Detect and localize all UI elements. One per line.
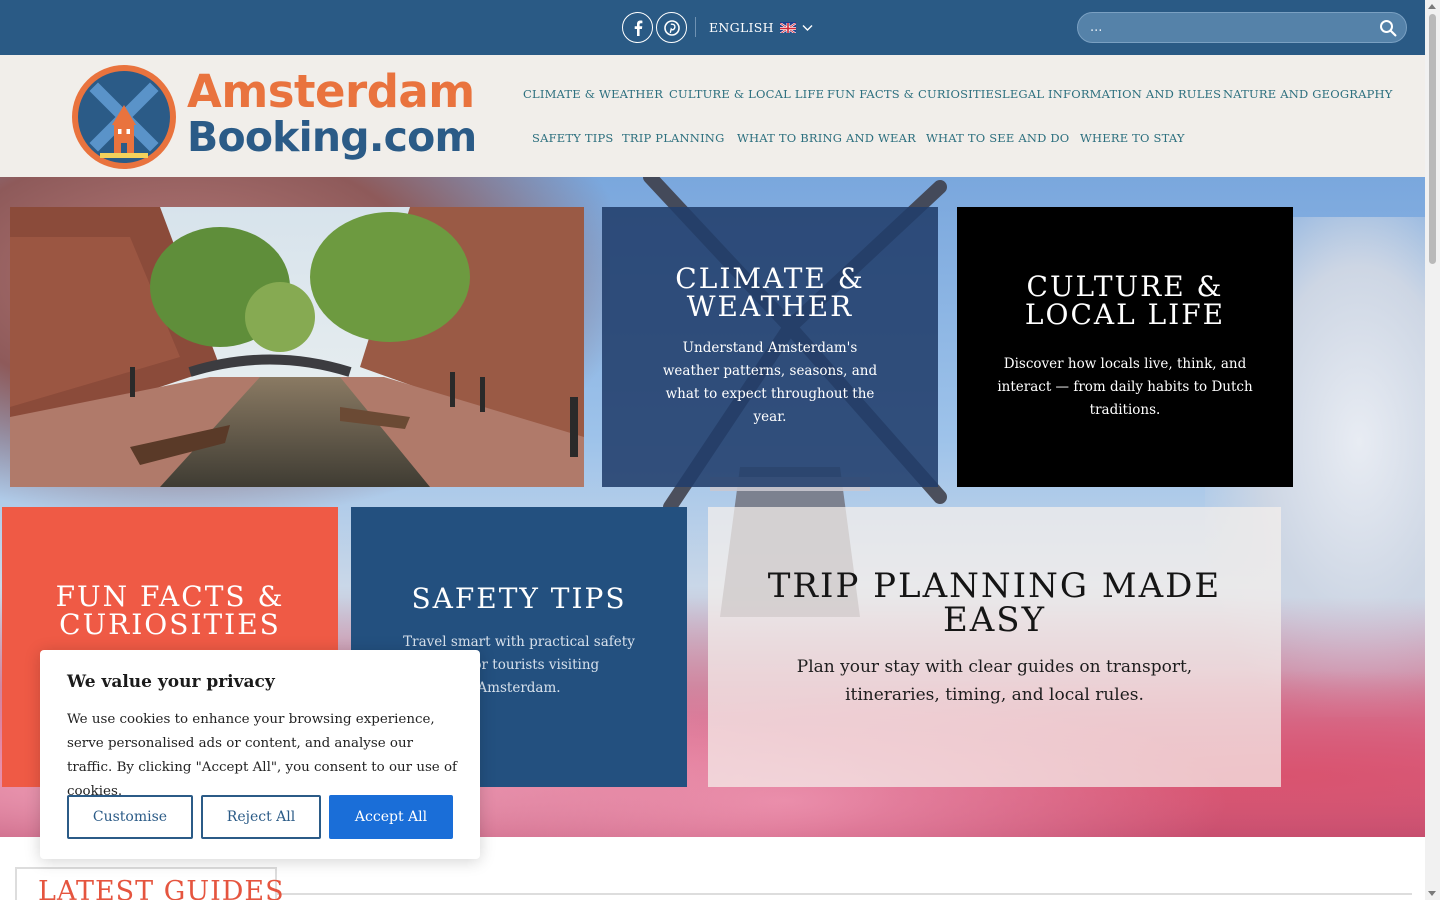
accept-all-button[interactable]: Accept All xyxy=(329,795,453,839)
pinterest-icon[interactable] xyxy=(656,12,687,43)
site-logo[interactable]: Amsterdam Booking.com xyxy=(70,63,477,173)
uk-flag-icon xyxy=(779,21,796,33)
customise-button[interactable]: Customise xyxy=(67,795,193,839)
nav-what-to-bring[interactable]: What to Bring and Wear xyxy=(737,131,916,145)
nav-culture-local-life[interactable]: Culture & Local Life xyxy=(669,87,824,101)
tile-trip-planning[interactable]: Trip Planning Made Easy Plan your stay w… xyxy=(708,507,1281,787)
page-scrollbar[interactable] xyxy=(1425,0,1440,900)
facebook-icon[interactable] xyxy=(622,12,653,43)
search-input[interactable] xyxy=(1090,20,1360,35)
nav-where-to-stay[interactable]: Where to Stay xyxy=(1080,131,1185,145)
scroll-thumb[interactable] xyxy=(1429,14,1436,264)
nav-trip-planning[interactable]: Trip Planning xyxy=(622,131,724,145)
nav-what-to-see[interactable]: What to See and Do xyxy=(926,131,1069,145)
nav-climate-weather[interactable]: Climate & Weather xyxy=(523,87,663,101)
tile-trip-planning-title: Trip Planning Made Easy xyxy=(767,566,1222,640)
chevron-down-icon xyxy=(802,20,813,35)
tile-fun-facts-title: Fun Facts & Curiosities xyxy=(55,580,285,641)
logo-wordmark: Amsterdam Booking.com xyxy=(187,65,477,161)
cookie-consent-banner: We value your privacy We use cookies to … xyxy=(40,650,480,859)
logo-line-1: Amsterdam xyxy=(187,65,475,118)
nav-legal-information[interactable]: Legal Information and Rules xyxy=(1002,87,1221,101)
scroll-up-arrow[interactable] xyxy=(1428,4,1436,9)
nav-safety-tips[interactable]: Safety Tips xyxy=(532,131,614,145)
tile-trip-planning-text: Plan your stay with clear guides on tran… xyxy=(796,657,1193,705)
reject-all-button[interactable]: Reject All xyxy=(201,795,321,839)
search-icon[interactable] xyxy=(1379,19,1397,41)
cookie-body: We use cookies to enhance your browsing … xyxy=(67,712,458,799)
tile-climate-weather[interactable]: Climate & Weather Understand Amsterdam's… xyxy=(602,207,938,487)
language-selector[interactable]: ENGLISH xyxy=(709,18,813,36)
tile-culture-local-life-title: Culture & Local Life xyxy=(1024,269,1226,331)
windmill-logo-icon xyxy=(72,65,176,169)
site-header: Amsterdam Booking.com Climate & Weather … xyxy=(0,55,1425,177)
tile-climate-weather-title: Climate & Weather xyxy=(675,262,865,323)
language-label: ENGLISH xyxy=(709,19,774,35)
search-bar xyxy=(1077,12,1407,43)
topbar-divider xyxy=(695,17,696,37)
top-bar: ENGLISH xyxy=(0,0,1425,55)
nav-nature-geography[interactable]: Nature and Geography xyxy=(1223,87,1393,101)
tile-culture-local-life[interactable]: Culture & Local Life Discover how locals… xyxy=(957,207,1293,487)
logo-line-2: Booking.com xyxy=(187,113,477,161)
tile-climate-weather-text: Understand Amsterdam's weather patterns,… xyxy=(662,340,878,425)
tile-safety-tips-title: Safety Tips xyxy=(411,582,627,615)
tile-culture-local-life-text: Discover how locals live, think, and int… xyxy=(997,355,1253,418)
latest-guides-title: Latest Guides xyxy=(38,876,285,900)
latest-guides-divider xyxy=(277,893,1412,895)
scroll-down-arrow[interactable] xyxy=(1428,891,1436,896)
canal-image[interactable] xyxy=(10,207,584,487)
nav-fun-facts[interactable]: Fun Facts & Curiosities xyxy=(827,87,1002,101)
cookie-title: We value your privacy xyxy=(67,672,275,692)
